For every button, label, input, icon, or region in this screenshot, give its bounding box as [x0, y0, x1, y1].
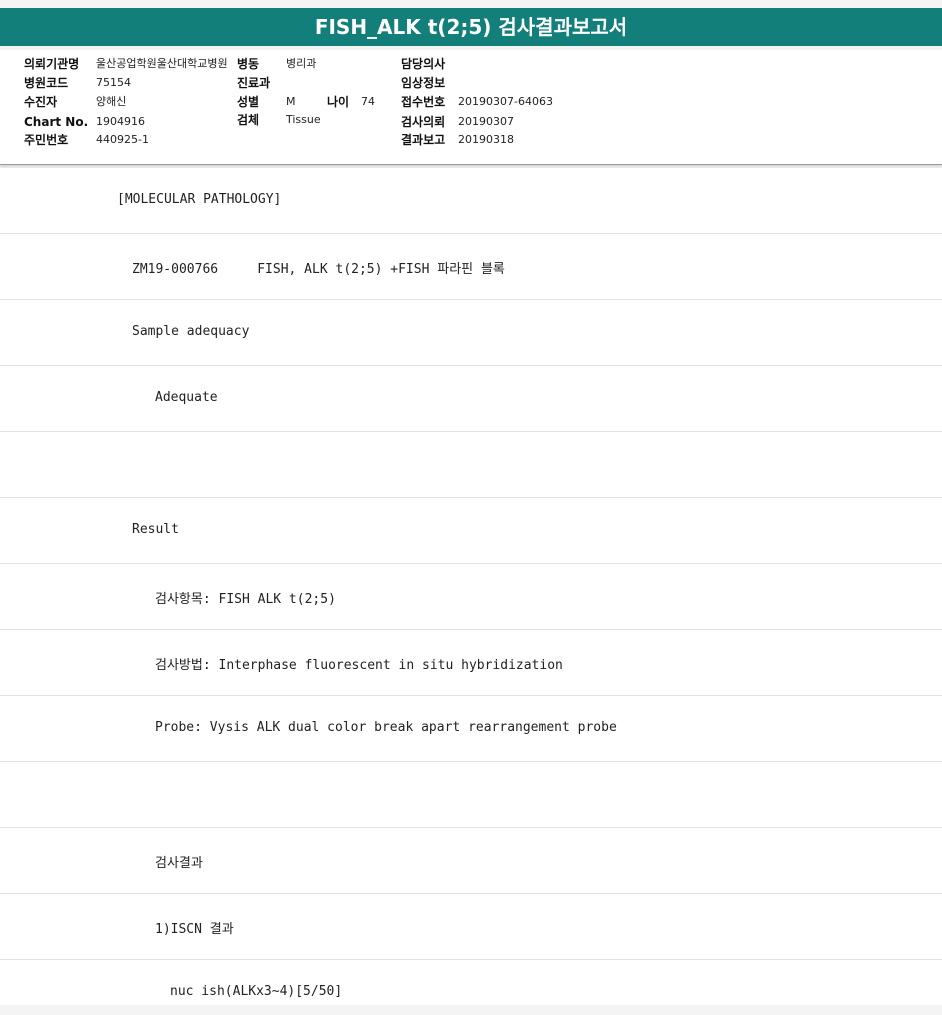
report-line: nuc ish(ALKx3~4)[5/50] [0, 960, 942, 1005]
report-line: Probe: Vysis ALK dual color break apart … [0, 696, 942, 762]
ward-value: 병리과 [286, 57, 317, 70]
specimen-label: 검체 [237, 113, 260, 127]
info-row-4: Chart No. 1904916 검체 Tissue 검사의뢰 2019030… [0, 113, 942, 131]
report-date-label: 결과보고 [401, 133, 446, 147]
sex-label: 성별 [237, 95, 260, 109]
info-row-5: 주민번호 440925-1 결과보고 20190318 [0, 131, 942, 149]
hospital-code-label: 병원코드 [24, 76, 69, 90]
report-line: 검사방법: Interphase fluorescent in situ hyb… [0, 630, 942, 696]
hospital-code-value: 75154 [96, 76, 131, 89]
report-line-text: Adequate [155, 390, 218, 405]
age-label: 나이 [327, 95, 350, 109]
report-body: [MOLECULAR PATHOLOGY] ZM19-000766 FISH, … [0, 168, 942, 1005]
patient-info-panel: 의뢰기관명 울산공업학원울산대학교병원 병동 병리과 담당의사 병원코드 751… [0, 50, 942, 165]
report-line: 검사항목: FISH ALK t(2;5) [0, 564, 942, 630]
specimen-value: Tissue [286, 113, 321, 126]
report-line-text: nuc ish(ALKx3~4)[5/50] [170, 984, 343, 999]
report-line: [MOLECULAR PATHOLOGY] [0, 168, 942, 234]
chart-no-label: Chart No. [24, 115, 89, 129]
report-title: FISH_ALK t(2;5) 검사결과보고서 [0, 8, 942, 46]
report-line-text: ZM19-000766 FISH, ALK t(2;5) +FISH 파라핀 블… [132, 262, 505, 277]
patient-value: 양해신 [96, 95, 127, 108]
report-line-text: Probe: Vysis ALK dual color break apart … [155, 720, 617, 735]
report-line-text: Sample adequacy [132, 324, 250, 339]
report-line-text: 검사항목: FISH ALK t(2;5) [155, 592, 336, 607]
report-line: Adequate [0, 366, 942, 432]
info-row-1: 의뢰기관명 울산공업학원울산대학교병원 병동 병리과 담당의사 [0, 55, 942, 73]
info-row-3: 수진자 양해신 성별 M 나이 74 접수번호 20190307-64063 [0, 93, 942, 111]
report-line-text: 검사결과 [155, 856, 203, 871]
institution-label: 의뢰기관명 [24, 57, 80, 71]
report-line: ZM19-000766 FISH, ALK t(2;5) +FISH 파라핀 블… [0, 234, 942, 300]
report-line-text: 검사방법: Interphase fluorescent in situ hyb… [155, 658, 563, 673]
receipt-no-value: 20190307-64063 [458, 95, 553, 108]
resident-no-label: 주민번호 [24, 133, 69, 147]
receipt-no-label: 접수번호 [401, 95, 446, 109]
patient-label: 수진자 [24, 95, 58, 109]
age-value: 74 [361, 95, 375, 108]
report-date-value: 20190318 [458, 133, 514, 146]
report-line [0, 432, 942, 498]
request-date-label: 검사의뢰 [401, 115, 446, 129]
report-line-text: [MOLECULAR PATHOLOGY] [117, 192, 282, 207]
report-line: Sample adequacy [0, 300, 942, 366]
institution-value: 울산공업학원울산대학교병원 [96, 57, 228, 70]
sex-value: M [286, 95, 296, 108]
report-line: 검사결과 [0, 828, 942, 894]
resident-no-value: 440925-1 [96, 133, 149, 146]
doctor-label: 담당의사 [401, 57, 446, 71]
report-line [0, 762, 942, 828]
report-line-text: 1)ISCN 결과 [155, 922, 234, 937]
info-row-2: 병원코드 75154 진료과 임상정보 [0, 74, 942, 92]
request-date-value: 20190307 [458, 115, 514, 128]
ward-label: 병동 [237, 57, 260, 71]
chart-no-value: 1904916 [96, 115, 145, 128]
department-label: 진료과 [237, 76, 271, 90]
clinical-info-label: 임상정보 [401, 76, 446, 90]
report-line: Result [0, 498, 942, 564]
report-line-text: Result [132, 522, 179, 537]
report-line: 1)ISCN 결과 [0, 894, 942, 960]
